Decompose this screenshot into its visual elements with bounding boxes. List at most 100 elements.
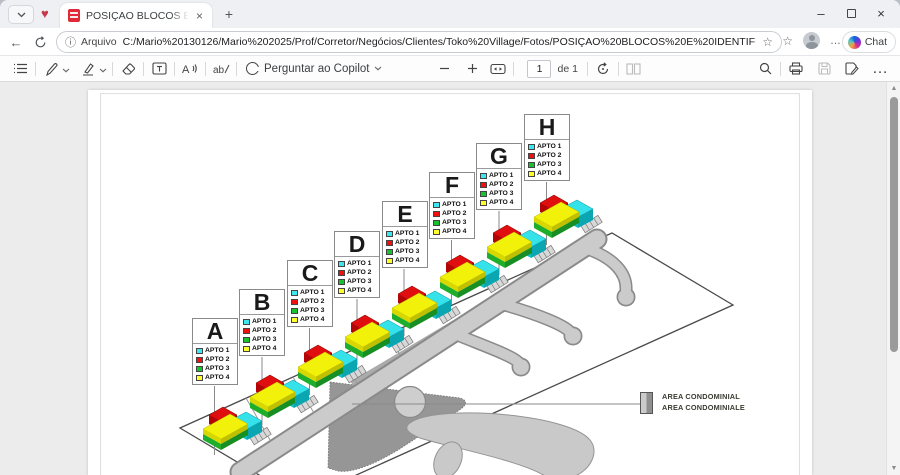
pinned-tab-heart-icon[interactable]: ♥ <box>41 6 49 22</box>
collections-star-icon[interactable]: ☆ <box>782 34 793 48</box>
settings-more-icon[interactable]: … <box>830 35 842 47</box>
table-of-contents-button[interactable] <box>10 59 30 79</box>
svg-text:A: A <box>182 64 190 75</box>
save-as-button[interactable] <box>842 59 862 79</box>
apt-legend-row: APTO 3 <box>291 306 330 315</box>
block-letter: H <box>525 115 569 140</box>
search-button[interactable] <box>755 59 775 79</box>
print-button[interactable] <box>786 59 806 79</box>
scroll-down-icon[interactable]: ▼ <box>887 462 900 475</box>
refresh-icon <box>34 36 47 49</box>
pdf-viewer-canvas[interactable]: AAPTO 1APTO 2APTO 3APTO 4BAPTO 1APTO 2AP… <box>0 82 886 475</box>
page-view-button[interactable] <box>624 59 644 79</box>
page-info-icon[interactable]: ⓘ <box>65 34 76 50</box>
copilot-chat-button[interactable]: Chat <box>842 31 896 53</box>
tab-title: POSIÇAO BLOCOS E IDENTIFICAÇ <box>86 10 189 22</box>
area-legend-line-2: AREA CONDOMINIALE <box>662 402 745 413</box>
toolbar-more-button[interactable]: … <box>870 59 890 79</box>
tab-search-button[interactable] <box>8 5 34 24</box>
block-label-F: FAPTO 1APTO 2APTO 3APTO 4 <box>429 172 475 239</box>
profile-avatar[interactable] <box>803 32 820 49</box>
apt-color-swatch <box>291 308 298 314</box>
scrollbar-thumb[interactable] <box>890 97 898 352</box>
scroll-up-icon[interactable]: ▲ <box>887 82 900 95</box>
fit-to-width-button[interactable] <box>488 59 508 79</box>
apt-color-swatch <box>433 202 440 208</box>
tab-strip: ♥ POSIÇAO BLOCOS E IDENTIFICAÇ × + – × <box>0 0 900 28</box>
apt-legend-row: APTO 2 <box>528 151 567 160</box>
apt-legend-row: APTO 4 <box>386 256 425 265</box>
block-letter: G <box>477 144 521 169</box>
apt-label: APTO 3 <box>489 190 513 197</box>
favorite-star-icon[interactable]: ☆ <box>762 35 773 49</box>
add-text-button[interactable] <box>149 59 169 79</box>
copilot-dropdown-icon[interactable] <box>374 66 382 71</box>
apt-color-swatch <box>433 211 440 217</box>
refresh-button[interactable] <box>30 32 50 52</box>
highlight-dropdown[interactable] <box>99 60 107 78</box>
apt-label: APTO 4 <box>442 228 466 235</box>
close-button[interactable]: × <box>866 1 896 25</box>
apt-legend-row: APTO 1 <box>480 171 519 180</box>
apt-label: APTO 2 <box>300 298 324 305</box>
apt-legend-row: APTO 1 <box>291 288 330 297</box>
apt-label: APTO 2 <box>489 181 513 188</box>
restore-button[interactable] <box>836 1 866 25</box>
rotate-button[interactable] <box>593 59 613 79</box>
address-field[interactable]: ⓘ Arquivo C:/Mario%20130126/Mario%202025… <box>56 31 782 53</box>
erase-button[interactable] <box>118 59 138 79</box>
apt-label: APTO 3 <box>347 278 371 285</box>
apt-legend-row: APTO 2 <box>338 268 377 277</box>
apt-color-swatch <box>386 231 393 237</box>
minimize-button[interactable]: – <box>806 1 836 25</box>
url-scheme-label: Arquivo <box>81 36 117 48</box>
vertical-scrollbar[interactable]: ▲ ▼ <box>886 82 900 475</box>
copilot-outline-icon <box>246 62 259 75</box>
translate-button[interactable]: ab <box>211 59 231 79</box>
zoom-out-button[interactable] <box>434 59 454 79</box>
apt-legend-row: APTO 2 <box>243 326 282 335</box>
apt-color-swatch <box>243 319 250 325</box>
apt-legend-row: APTO 2 <box>386 238 425 247</box>
draw-pen-button[interactable] <box>41 59 61 79</box>
apt-label: APTO 3 <box>205 365 229 372</box>
apt-label: APTO 1 <box>300 289 324 296</box>
back-button[interactable]: ← <box>6 32 26 52</box>
apt-legend-row: APTO 4 <box>433 227 472 236</box>
apt-legend-row: APTO 2 <box>480 180 519 189</box>
restore-icon <box>847 9 856 18</box>
pdf-toolbar: A ab Perguntar ao Copilot 1 de 1 <box>0 56 900 82</box>
apt-legend-row: APTO 4 <box>338 286 377 295</box>
zoom-in-button[interactable] <box>462 59 482 79</box>
apt-legend-row: APTO 3 <box>433 218 472 227</box>
apt-color-swatch <box>243 337 250 343</box>
block-letter: F <box>430 173 474 198</box>
apt-legend-row: APTO 4 <box>480 198 519 207</box>
ask-copilot-button[interactable]: Perguntar ao Copilot <box>246 62 382 75</box>
apt-legend-row: APTO 4 <box>528 169 567 178</box>
tab-close-icon[interactable]: × <box>193 9 206 23</box>
save-button[interactable] <box>814 59 834 79</box>
apt-label: APTO 4 <box>347 287 371 294</box>
apt-label: APTO 4 <box>300 316 324 323</box>
browser-window: ♥ POSIÇAO BLOCOS E IDENTIFICAÇ × + – × ←… <box>0 0 900 475</box>
page-total-label: de 1 <box>557 63 577 75</box>
active-tab[interactable]: POSIÇAO BLOCOS E IDENTIFICAÇ × <box>60 3 212 28</box>
apt-legend-row: APTO 3 <box>338 277 377 286</box>
pdf-file-icon <box>68 9 80 22</box>
highlight-button[interactable] <box>78 59 98 79</box>
apt-color-swatch <box>386 249 393 255</box>
apt-legend-row: APTO 4 <box>243 344 282 353</box>
new-tab-button[interactable]: + <box>220 6 238 24</box>
apt-color-swatch <box>291 299 298 305</box>
draw-pen-dropdown[interactable] <box>62 60 70 78</box>
apt-label: APTO 3 <box>252 336 276 343</box>
apt-label: APTO 1 <box>347 260 371 267</box>
apt-color-swatch <box>291 317 298 323</box>
apt-label: APTO 4 <box>395 257 419 264</box>
page-number-input[interactable]: 1 <box>527 60 551 78</box>
apt-legend-row: APTO 4 <box>291 315 330 324</box>
read-aloud-button[interactable]: A <box>180 59 200 79</box>
apt-label: APTO 3 <box>300 307 324 314</box>
block-letter: A <box>193 319 237 344</box>
